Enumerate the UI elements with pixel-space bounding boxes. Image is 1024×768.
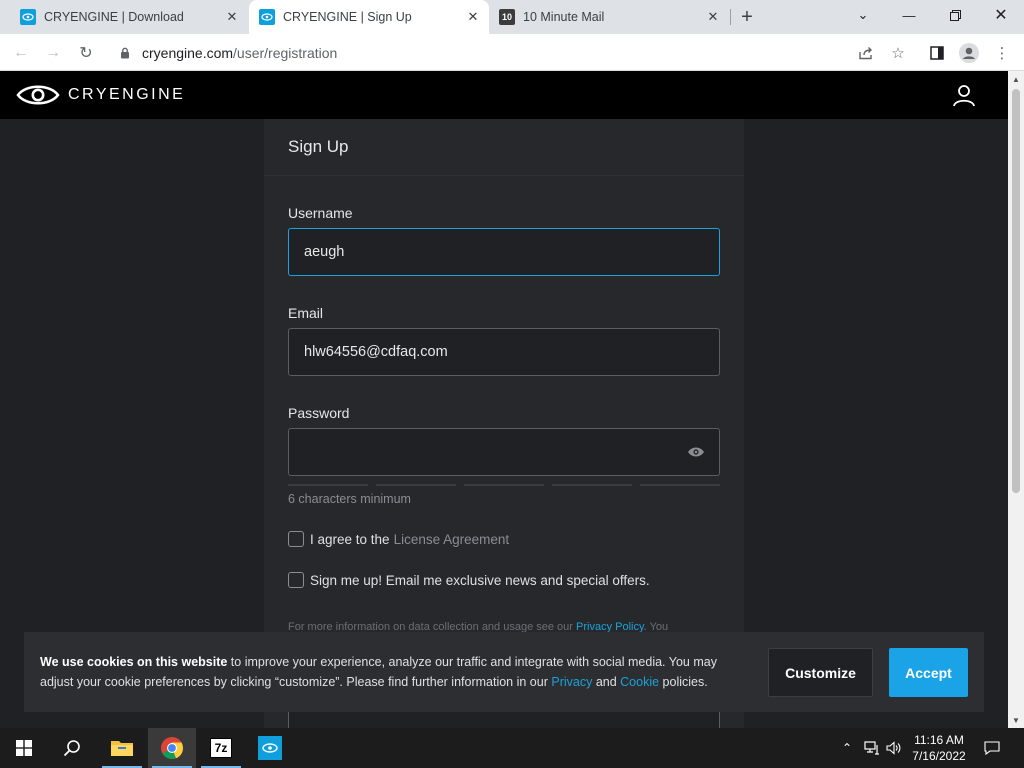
password-label: Password [288, 405, 350, 421]
password-input[interactable] [288, 428, 720, 476]
customize-button[interactable]: Customize [768, 648, 873, 697]
accept-button[interactable]: Accept [889, 648, 968, 697]
newsletter-checkbox[interactable] [288, 572, 304, 588]
url-path: /user/registration [233, 45, 338, 61]
browser-tab-strip: CRYENGINE | Download ✕ CRYENGINE | Sign … [0, 0, 1024, 34]
license-agreement-checkbox[interactable] [288, 531, 304, 547]
tab-separator [730, 9, 731, 25]
captcha-widget[interactable] [288, 711, 720, 728]
password-strength-meter [288, 484, 720, 486]
page-scrollbar[interactable]: ▲ ▼ [1008, 71, 1024, 728]
cookie-and: and [592, 675, 621, 689]
restore-window-icon[interactable] [932, 0, 978, 30]
lock-icon[interactable] [118, 46, 132, 60]
cryengine-favicon-icon [259, 9, 275, 25]
windows-taskbar: 7z ⌃ 11:16 AM 7/16/2022 [0, 728, 1024, 768]
email-input[interactable]: hlw64556@cdfaq.com [288, 328, 720, 376]
username-label: Username [288, 205, 353, 221]
user-account-icon[interactable] [952, 83, 976, 107]
cookie-message: We use cookies on this website to improv… [40, 652, 750, 692]
close-tab-icon[interactable]: ✕ [224, 9, 240, 25]
back-arrow-icon[interactable]: ← [10, 42, 32, 64]
strength-segment [640, 484, 720, 486]
chrome-taskbar-icon[interactable] [148, 728, 196, 768]
browser-toolbar: ← → ↻ cryengine.com/user/registration ☆ … [0, 34, 1024, 71]
newsletter-label: Sign me up! Email me exclusive news and … [310, 572, 650, 588]
clock-date: 7/16/2022 [912, 749, 966, 763]
form-title-text: Sign Up [288, 137, 349, 156]
system-clock[interactable]: 11:16 AM 7/16/2022 [900, 732, 978, 764]
strength-segment [464, 484, 544, 486]
new-tab-plus-icon[interactable]: + [737, 6, 757, 28]
network-icon[interactable] [862, 728, 882, 768]
notification-center-icon[interactable] [982, 728, 1002, 768]
bookmark-star-icon[interactable]: ☆ [887, 42, 909, 64]
strength-segment [376, 484, 456, 486]
start-button[interactable] [0, 728, 48, 768]
password-hint: 6 characters minimum [288, 492, 411, 506]
7zip-badge: 7z [210, 738, 232, 758]
scroll-down-arrow-icon[interactable]: ▼ [1012, 716, 1020, 725]
strength-segment [288, 484, 368, 486]
license-agreement-row: I agree to the License Agreement [288, 531, 509, 547]
close-tab-icon[interactable]: ✕ [705, 9, 721, 25]
strength-segment [552, 484, 632, 486]
license-agreement-link[interactable]: License Agreement [394, 532, 510, 547]
windows-logo-icon [16, 740, 32, 756]
tab-search-chevron-icon[interactable]: ⌄ [840, 0, 886, 30]
cookie-policy-link[interactable]: Cookie [620, 675, 659, 689]
cookie-privacy-link[interactable]: Privacy [551, 675, 592, 689]
page-viewport: CRYENGINE Sign Up Username aeugh Email h… [0, 71, 1008, 728]
close-window-icon[interactable]: ✕ [978, 0, 1024, 30]
email-value: hlw64556@cdfaq.com [304, 344, 448, 360]
tab-title: CRYENGINE | Download [44, 10, 184, 24]
close-tab-icon[interactable]: ✕ [465, 9, 481, 25]
cryengine-eye-icon [16, 85, 60, 105]
cookie-banner: We use cookies on this website to improv… [24, 632, 984, 712]
url-domain: cryengine.com [142, 45, 234, 61]
browser-menu-kebab-icon[interactable]: ⋮ [991, 42, 1013, 64]
tab-10-minute-mail[interactable]: 10 10 Minute Mail ✕ [489, 0, 729, 34]
tab-title: 10 Minute Mail [523, 10, 605, 24]
url-text: cryengine.com/user/registration [142, 45, 337, 61]
tab-cryengine-signup[interactable]: CRYENGINE | Sign Up ✕ [249, 0, 489, 34]
forward-arrow-icon[interactable]: → [42, 42, 64, 64]
brand-wordmark: CRYENGINE [68, 86, 186, 103]
email-label: Email [288, 305, 324, 321]
show-password-eye-icon[interactable] [687, 445, 705, 459]
cryengine-favicon-icon [20, 9, 36, 25]
reload-icon[interactable]: ↻ [75, 42, 97, 64]
side-panel-icon[interactable] [926, 42, 948, 64]
profile-avatar-icon[interactable] [958, 42, 980, 64]
clock-time: 11:16 AM [914, 733, 964, 747]
form-title: Sign Up [264, 119, 744, 176]
file-explorer-icon[interactable] [98, 728, 146, 768]
username-value: aeugh [304, 244, 345, 260]
username-input[interactable]: aeugh [288, 228, 720, 276]
address-bar[interactable]: cryengine.com/user/registration [108, 39, 918, 67]
license-agreement-prefix: I agree to the [310, 531, 390, 547]
cookie-lead: We use cookies on this website [40, 655, 228, 669]
tab-cryengine-download[interactable]: CRYENGINE | Download ✕ [0, 0, 248, 34]
tab-title: CRYENGINE | Sign Up [283, 10, 412, 24]
cookie-text-2: policies. [659, 675, 708, 689]
scroll-up-arrow-icon[interactable]: ▲ [1012, 75, 1020, 84]
7zip-icon[interactable]: 7z [197, 728, 245, 768]
scrollbar-thumb[interactable] [1012, 89, 1020, 493]
search-icon[interactable] [48, 728, 96, 768]
cryengine-launcher-icon[interactable] [246, 728, 294, 768]
cryengine-logo[interactable]: CRYENGINE [16, 85, 185, 105]
show-hidden-icons-chevron-icon[interactable]: ⌃ [838, 728, 856, 768]
share-icon[interactable] [855, 42, 877, 64]
ten-minute-mail-favicon-icon: 10 [499, 9, 515, 25]
site-header: CRYENGINE [0, 71, 1008, 119]
minimize-icon[interactable]: — [886, 0, 932, 30]
newsletter-row: Sign me up! Email me exclusive news and … [288, 572, 650, 588]
cryengine-launcher-badge [258, 736, 282, 760]
